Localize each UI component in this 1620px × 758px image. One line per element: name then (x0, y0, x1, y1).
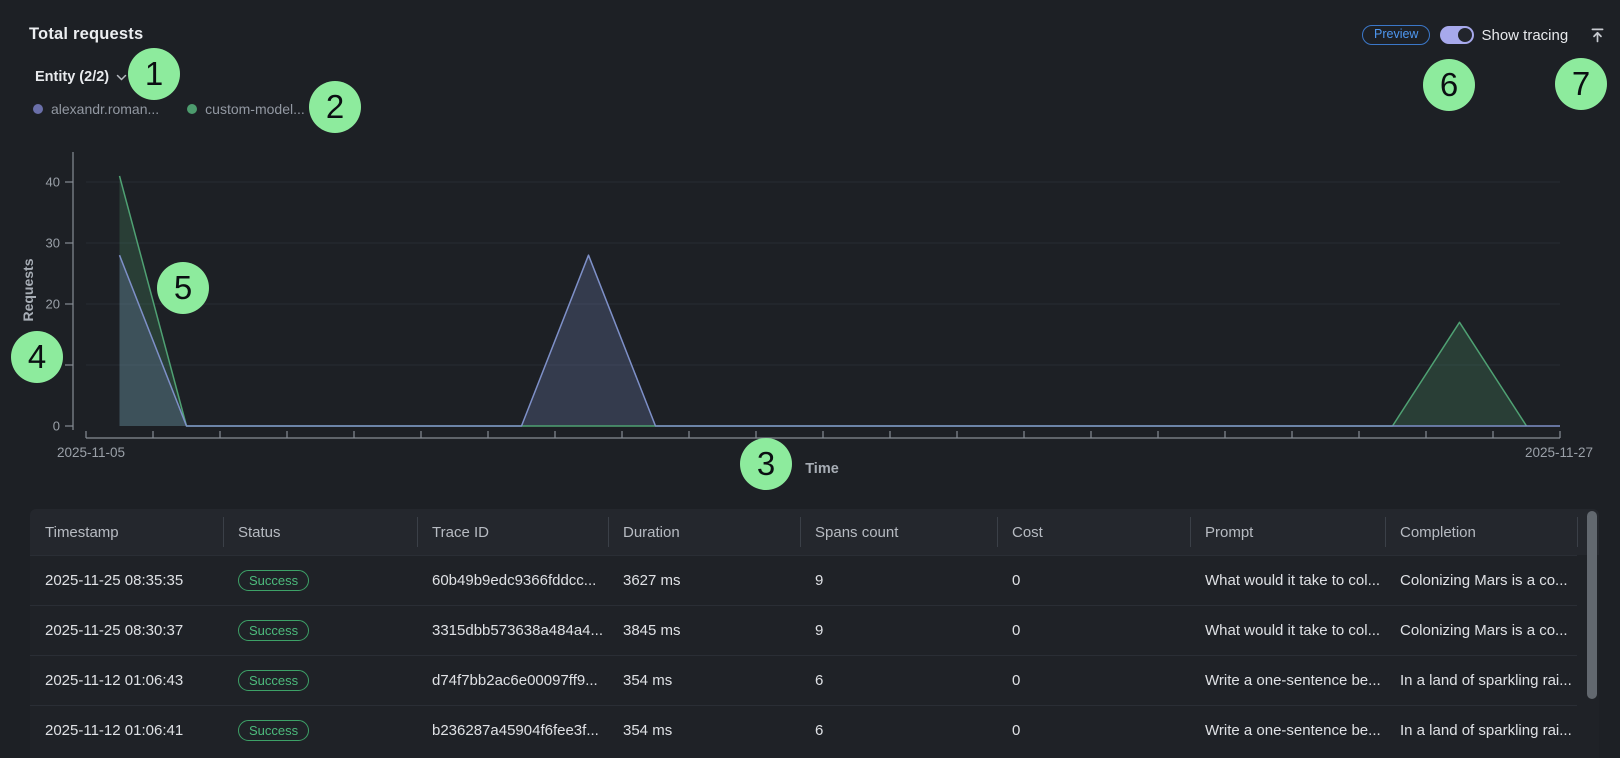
annotation-marker-1: 1 (128, 48, 180, 100)
cell-duration: 3845 ms (608, 622, 800, 639)
column-header-status: Status (223, 509, 417, 555)
cell-prompt: Write a one-sentence be... (1190, 672, 1385, 689)
table-header-row: TimestampStatusTrace IDDurationSpans cou… (30, 509, 1599, 555)
requests-area-chart: 010203040Requests2025-11-052025-11-27Tim… (0, 0, 1620, 500)
cell-trace-id: d74f7bb2ac6e00097ff9... (417, 672, 608, 689)
cell-prompt: What would it take to col... (1190, 572, 1385, 589)
column-header-duration: Duration (608, 509, 800, 555)
column-header-completion: Completion (1385, 509, 1577, 555)
series-area-custom-model... (120, 176, 1527, 426)
annotation-marker-3: 3 (740, 438, 792, 490)
y-tick-label: 30 (46, 236, 60, 251)
series-area-alexandr.roman... (120, 255, 1561, 426)
cell-spans-count: 6 (800, 672, 997, 689)
cell-cost: 0 (997, 672, 1190, 689)
y-tick-label: 20 (46, 297, 60, 312)
cell-prompt: What would it take to col... (1190, 622, 1385, 639)
series-line-alexandr.roman...[interactable] (120, 255, 1561, 426)
table-body: 2025-11-25 08:35:35 Success 60b49b9edc9366… (30, 555, 1599, 755)
status-badge: Success (238, 570, 309, 591)
cell-spans-count: 9 (800, 572, 997, 589)
column-header-spans-count: Spans count (800, 509, 997, 555)
cell-status: Success (223, 620, 417, 641)
table-scrollbar-thumb[interactable] (1587, 511, 1597, 699)
cell-status: Success (223, 720, 417, 741)
table-row[interactable]: 2025-11-25 08:30:37 Success 3315dbb573638a… (30, 605, 1577, 655)
table-row[interactable]: 2025-11-25 08:35:35 Success 60b49b9edc9366… (30, 555, 1577, 605)
x-tick-label-start: 2025-11-05 (57, 445, 125, 460)
annotation-marker-5: 5 (157, 262, 209, 314)
tracing-dashboard: Total requests Preview Show tracing Enti… (0, 0, 1620, 758)
cell-duration: 3627 ms (608, 572, 800, 589)
cell-spans-count: 6 (800, 722, 997, 739)
cell-timestamp: 2025-11-25 08:35:35 (30, 572, 223, 589)
cell-status: Success (223, 570, 417, 591)
cell-cost: 0 (997, 722, 1190, 739)
cell-timestamp: 2025-11-25 08:30:37 (30, 622, 223, 639)
cell-completion: In a land of sparkling rai... (1385, 722, 1577, 739)
cell-trace-id: 3315dbb573638a484a4... (417, 622, 608, 639)
column-header-prompt: Prompt (1190, 509, 1385, 555)
cell-cost: 0 (997, 622, 1190, 639)
cell-status: Success (223, 670, 417, 691)
column-header-timestamp: Timestamp (30, 509, 223, 555)
cell-completion: Colonizing Mars is a co... (1385, 572, 1577, 589)
column-header-cost: Cost (997, 509, 1190, 555)
cell-completion: In a land of sparkling rai... (1385, 672, 1577, 689)
series-line-custom-model...[interactable] (120, 176, 1527, 426)
status-badge: Success (238, 720, 309, 741)
cell-completion: Colonizing Mars is a co... (1385, 622, 1577, 639)
annotation-marker-6: 6 (1423, 59, 1475, 111)
annotation-marker-7: 7 (1555, 58, 1607, 110)
annotation-marker-2: 2 (309, 81, 361, 133)
status-badge: Success (238, 670, 309, 691)
cell-cost: 0 (997, 572, 1190, 589)
cell-timestamp: 2025-11-12 01:06:43 (30, 672, 223, 689)
column-header-trace-id: Trace ID (417, 509, 608, 555)
y-axis-title: Requests (20, 258, 36, 321)
x-axis-title: Time (805, 461, 839, 477)
cell-duration: 354 ms (608, 722, 800, 739)
cell-trace-id: 60b49b9edc9366fddcc... (417, 572, 608, 589)
y-tick-label: 40 (46, 175, 60, 190)
cell-spans-count: 9 (800, 622, 997, 639)
x-tick-label-end: 2025-11-27 (1525, 445, 1593, 460)
traces-table: TimestampStatusTrace IDDurationSpans cou… (30, 509, 1599, 758)
y-tick-label: 0 (53, 419, 60, 434)
cell-duration: 354 ms (608, 672, 800, 689)
cell-timestamp: 2025-11-12 01:06:41 (30, 722, 223, 739)
table-row[interactable]: 2025-11-12 01:06:41 Success b236287a45904f… (30, 705, 1577, 755)
status-badge: Success (238, 620, 309, 641)
cell-trace-id: b236287a45904f6fee3f... (417, 722, 608, 739)
table-row[interactable]: 2025-11-12 01:06:43 Success d74f7bb2ac6e00… (30, 655, 1577, 705)
annotation-marker-4: 4 (11, 331, 63, 383)
cell-prompt: Write a one-sentence be... (1190, 722, 1385, 739)
